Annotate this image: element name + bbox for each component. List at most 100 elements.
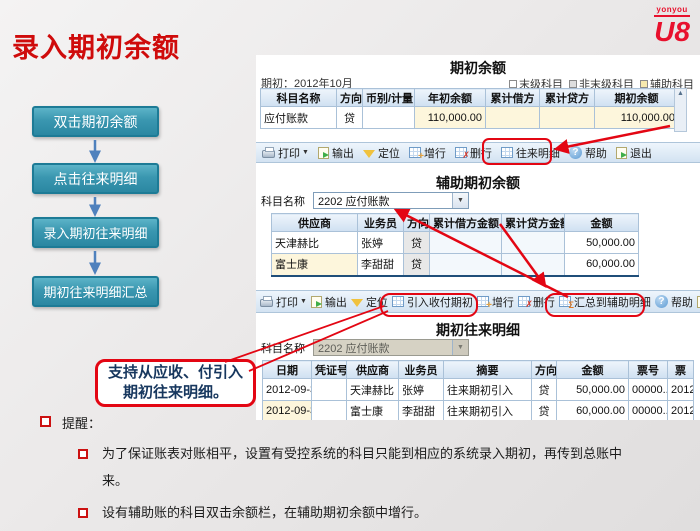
aux-window-title: 辅助期初余额 xyxy=(256,173,700,193)
exit-icon xyxy=(616,147,627,159)
table-header-row: 科目名称 方向 币别/计量 年初余额 累计借方 累计贷方 期初余额 xyxy=(261,89,679,107)
header-cell: 累计借方 xyxy=(486,89,540,107)
cell-currency xyxy=(363,107,415,129)
delete-row-button[interactable]: 删行 xyxy=(455,145,492,161)
delete-row-button[interactable]: 删行 xyxy=(518,294,555,310)
detail-table: 日期 凭证号 供应商 业务员 摘要 方向 金额 票号 票 2012-09-30 … xyxy=(262,360,694,420)
cell-operator: 张婷 xyxy=(358,232,404,254)
combobox-arrow-icon: ▼ xyxy=(452,340,468,355)
cell-accum-credit xyxy=(502,254,565,276)
page-title: 录入期初余额 xyxy=(12,26,180,65)
cell-bill-date: 2012 xyxy=(668,379,694,401)
delete-row-icon xyxy=(455,147,467,158)
header-cell: 方向 xyxy=(404,214,430,232)
notes-section: 提醒： 为了保证账表对账相平，设置有受控系统的科目只能到相应的系统录入期初，再传… xyxy=(40,413,688,531)
combobox-value: 2202 应付账款 xyxy=(314,340,452,356)
locate-button[interactable]: 定位 xyxy=(363,145,400,161)
note-item: 设有辅助账的科目双击余额栏，在辅助期初余额中增行。 xyxy=(78,499,623,526)
print-button[interactable]: 打印 ▼ xyxy=(260,294,307,310)
header-cell: 科目名称 xyxy=(261,89,337,107)
table-row[interactable]: 应付账款 贷 110,000.00 110,000.00 xyxy=(261,107,679,129)
print-button[interactable]: 打印 ▼ xyxy=(262,145,309,161)
flow-step-4: 期初往来明细汇总 xyxy=(32,276,159,307)
help-button[interactable]: 帮助 xyxy=(655,294,693,310)
balance-toolbar: 打印 ▼ 输出 定位 增行 删行 往来明细 xyxy=(256,142,700,163)
printer-icon xyxy=(260,299,273,307)
header-cell: 摘要 xyxy=(444,361,532,379)
cell-subject: 应付账款 xyxy=(261,107,337,129)
cell-opening-balance: 110,000.00 xyxy=(595,107,679,129)
cell-direction: 贷 xyxy=(404,254,430,276)
header-cell: 票 xyxy=(668,361,694,379)
logo-product-text: U8 xyxy=(654,18,690,46)
flow-step-3: 录入期初往来明细 xyxy=(32,217,159,248)
header-cell: 供应商 xyxy=(272,214,358,232)
cell-operator: 张婷 xyxy=(399,379,444,401)
flow-step-2: 点击往来明细 xyxy=(32,163,159,194)
summarize-to-aux-button[interactable]: 汇总到辅助明细 xyxy=(559,294,651,310)
cell-accum-credit xyxy=(540,107,595,129)
screenshots-panel: 期初余额 期初：2012年10月 末级科目 非末级科目 辅助科目 科目名称 方向… xyxy=(256,55,700,420)
transaction-detail-button[interactable]: 往来明细 xyxy=(501,145,560,161)
flow-step-1: 双击期初余额 xyxy=(32,106,159,137)
checkbox-icon xyxy=(509,80,517,88)
header-cell: 供应商 xyxy=(347,361,399,379)
subject-combobox-disabled: 2202 应付账款 ▼ xyxy=(313,339,469,356)
locate-button[interactable]: 定位 xyxy=(351,294,388,310)
import-initial-button[interactable]: 引入收付期初 xyxy=(392,294,473,310)
add-row-button[interactable]: 增行 xyxy=(409,145,446,161)
header-cell: 业务员 xyxy=(399,361,444,379)
add-row-icon xyxy=(477,296,489,307)
add-row-icon xyxy=(409,147,421,158)
table-header-row: 供应商 业务员 方向 累计借方金额 累计贷方金额 金额 xyxy=(272,214,639,232)
cell-bill-no: 00000... xyxy=(629,379,668,401)
header-cell: 票号 xyxy=(629,361,668,379)
funnel-icon xyxy=(363,150,375,158)
notes-heading: 提醒： xyxy=(40,413,688,432)
aux-subject-row: 科目名称 2202 应付账款 ▼ xyxy=(261,192,469,209)
cell-amount: 50,000.00 xyxy=(557,379,629,401)
help-icon xyxy=(569,146,582,159)
aux-table: 供应商 业务员 方向 累计借方金额 累计贷方金额 金额 天津赫比 张婷 贷 50… xyxy=(271,213,639,277)
add-row-button[interactable]: 增行 xyxy=(477,294,514,310)
balance-table: 科目名称 方向 币别/计量 年初余额 累计借方 累计贷方 期初余额 应付账款 贷… xyxy=(260,88,679,129)
cell-summary: 往来期初引入 xyxy=(444,379,532,401)
table-row[interactable]: 天津赫比 张婷 贷 50,000.00 xyxy=(272,232,639,254)
cell-supplier: 天津赫比 xyxy=(272,232,358,254)
import-icon xyxy=(392,296,404,307)
cell-amount: 50,000.00 xyxy=(565,232,639,254)
export-icon xyxy=(311,296,322,308)
header-cell: 业务员 xyxy=(358,214,404,232)
combobox-arrow-icon[interactable]: ▼ xyxy=(452,193,468,208)
export-button[interactable]: 输出 xyxy=(311,294,347,310)
cell-accum-debit xyxy=(486,107,540,129)
cell-direction: 贷 xyxy=(337,107,363,129)
chevron-down-icon[interactable]: ▼ xyxy=(300,298,307,305)
exit-button[interactable]: 退出 xyxy=(616,145,652,161)
cell-operator: 李甜甜 xyxy=(358,254,404,276)
checkbox-icon xyxy=(569,80,577,88)
subject-combobox[interactable]: 2202 应付账款 ▼ xyxy=(313,192,469,209)
header-cell: 金额 xyxy=(565,214,639,232)
table-row[interactable]: 2012-09-30 天津赫比 张婷 往来期初引入 贷 50,000.00 00… xyxy=(263,379,694,401)
header-cell: 凭证号 xyxy=(312,361,347,379)
vertical-scrollbar[interactable]: ▲ xyxy=(674,88,687,132)
export-button[interactable]: 输出 xyxy=(318,145,354,161)
detail-subject-row: 科目名称 2202 应付账款 ▼ xyxy=(261,339,469,356)
header-cell: 累计借方金额 xyxy=(430,214,502,232)
chevron-down-icon[interactable]: ▼ xyxy=(302,149,309,156)
cell-supplier: 富士康 xyxy=(272,254,358,276)
header-cell: 方向 xyxy=(337,89,363,107)
help-icon xyxy=(655,295,668,308)
callout-bubble: 支持从应收、付引入期初往来明细。 xyxy=(95,359,256,407)
header-cell: 累计贷方金额 xyxy=(502,214,565,232)
header-cell: 年初余额 xyxy=(415,89,486,107)
table-row[interactable]: 富士康 李甜甜 贷 60,000.00 xyxy=(272,254,639,276)
table-header-row: 日期 凭证号 供应商 业务员 摘要 方向 金额 票号 票 xyxy=(263,361,694,379)
printer-icon xyxy=(262,150,275,158)
help-button[interactable]: 帮助 xyxy=(569,145,607,161)
cell-date: 2012-09-30 xyxy=(263,379,312,401)
subject-label: 科目名称 xyxy=(261,340,305,356)
funnel-icon xyxy=(351,299,363,307)
cell-voucher-no xyxy=(312,379,347,401)
